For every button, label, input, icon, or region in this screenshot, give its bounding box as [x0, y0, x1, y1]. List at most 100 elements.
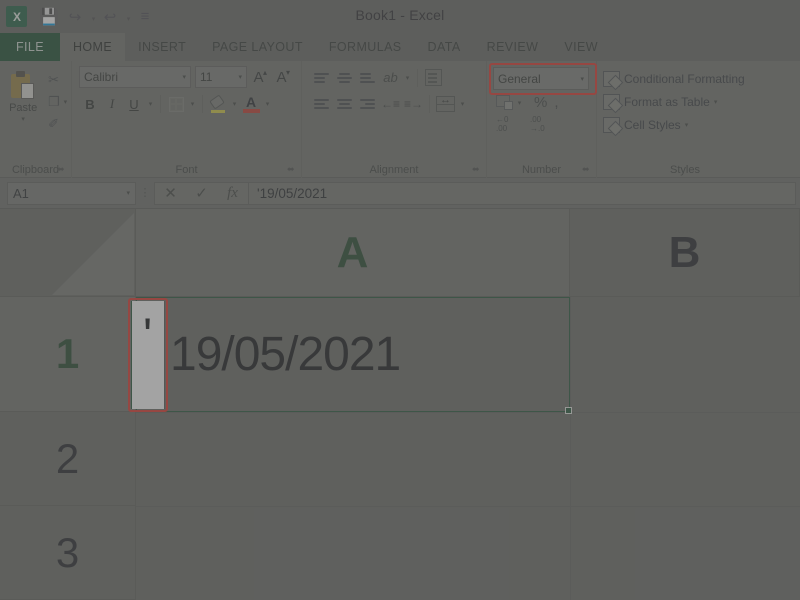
number-format-combo[interactable]: General ▾	[493, 67, 589, 90]
row-header-2[interactable]: 2	[0, 412, 136, 506]
select-all-button[interactable]	[0, 209, 136, 297]
comma-style-button[interactable]: ,	[554, 94, 558, 111]
align-top-button[interactable]	[310, 67, 333, 88]
row-header-1[interactable]: 1	[0, 297, 136, 412]
align-middle-button[interactable]	[333, 67, 356, 88]
fill-color-button[interactable]	[207, 93, 229, 115]
decrease-indent-button[interactable]: ←≡	[379, 93, 402, 114]
font-dialog-launcher[interactable]: ⬌	[287, 165, 296, 174]
font-name-value: Calibri	[84, 70, 119, 84]
tab-home[interactable]: HOME	[60, 33, 126, 61]
percent-style-button[interactable]: %	[534, 94, 547, 111]
decrease-decimal-button[interactable]: .00 →.0	[530, 115, 558, 133]
tab-review[interactable]: REVIEW	[474, 33, 552, 61]
chevron-down-icon: ▾	[126, 190, 130, 197]
align-bottom-button[interactable]	[356, 67, 379, 88]
divider	[202, 95, 203, 113]
font-color-button[interactable]: A	[240, 93, 262, 115]
align-left-icon	[314, 97, 329, 111]
divider	[160, 95, 161, 113]
cell-styles-icon	[603, 116, 620, 133]
insert-function-icon[interactable]: fx	[217, 183, 248, 204]
merge-dropdown-icon[interactable]: ▾	[457, 100, 468, 108]
ribbon-group-font: Calibri ▾ 11 ▾ A ▴ A ▾ B I U ▾ ▾ ▾ A ▾ F…	[72, 61, 302, 178]
confirm-entry-button[interactable]: ✓	[186, 183, 217, 204]
tab-formulas[interactable]: FORMULAS	[316, 33, 415, 61]
tab-insert[interactable]: INSERT	[125, 33, 199, 61]
wrap-text-button[interactable]	[422, 67, 445, 88]
select-all-icon	[52, 213, 134, 295]
underline-dropdown-icon[interactable]: ▾	[145, 100, 156, 108]
increase-font-size-button[interactable]: A ▴	[247, 66, 270, 88]
paste-button[interactable]: Paste ▾	[0, 69, 46, 135]
fill-handle[interactable]	[565, 407, 572, 414]
cell-styles-button[interactable]: Cell Styles ▾	[603, 113, 769, 136]
cut-button[interactable]: ✂	[46, 69, 71, 91]
alignment-dialog-launcher[interactable]: ⬌	[472, 165, 481, 174]
cell-styles-label: Cell Styles	[624, 117, 681, 132]
tab-page-layout[interactable]: PAGE LAYOUT	[199, 33, 316, 61]
row-header-3[interactable]: 3	[0, 506, 136, 600]
copy-dropdown-icon[interactable]: ▾	[60, 98, 71, 106]
align-center-button[interactable]	[333, 93, 356, 114]
grow-font-icon: A	[253, 68, 264, 86]
scissors-icon: ✂	[48, 72, 60, 87]
paint-bucket-icon	[208, 93, 227, 113]
wrap-text-icon	[425, 69, 442, 86]
font-color-dropdown-icon[interactable]: ▾	[262, 100, 273, 108]
clipboard-dialog-launcher[interactable]: ⬌	[57, 165, 66, 174]
formula-input[interactable]: '19/05/2021	[249, 181, 796, 205]
format-as-table-button[interactable]: Format as Table ▾	[603, 90, 769, 113]
align-right-icon	[360, 97, 375, 111]
format-painter-button[interactable]: ✐	[46, 113, 71, 135]
divider	[429, 94, 430, 113]
ribbon-tabs: FILE HOME INSERT PAGE LAYOUT FORMULAS DA…	[0, 33, 800, 61]
name-box[interactable]: A1 ▾	[7, 181, 136, 205]
column-header-b[interactable]: B	[570, 209, 800, 297]
chevron-down-icon: ▾	[580, 75, 584, 83]
conditional-formatting-icon	[603, 70, 620, 87]
conditional-formatting-button[interactable]: Conditional Formatting	[603, 67, 769, 90]
chevron-down-icon[interactable]: ▾	[714, 98, 718, 106]
decrease-font-size-button[interactable]: A ▾	[270, 66, 293, 88]
decrease-indent-icon: ←≡	[380, 96, 400, 111]
increase-decimal-button[interactable]: ←0.00	[496, 115, 524, 133]
copy-button[interactable]: ❐ ▾	[46, 91, 71, 113]
font-size-combo[interactable]: 11 ▾	[195, 66, 247, 88]
paste-label: Paste	[9, 102, 38, 114]
borders-button[interactable]	[165, 93, 187, 115]
chevron-down-icon[interactable]: ▾	[685, 121, 689, 129]
tab-file[interactable]: FILE	[0, 33, 60, 61]
formula-bar-separator: ⋮	[139, 186, 151, 199]
bold-button[interactable]: B	[79, 93, 101, 115]
fill-color-dropdown-icon[interactable]: ▾	[229, 100, 240, 108]
cancel-entry-button[interactable]: ✕	[155, 183, 186, 204]
paste-dropdown-icon[interactable]: ▾	[21, 115, 25, 123]
accounting-dropdown-icon[interactable]: ▾	[514, 99, 525, 107]
chevron-down-icon: ▾	[182, 74, 186, 81]
conditional-formatting-label: Conditional Formatting	[624, 71, 745, 86]
font-name-combo[interactable]: Calibri ▾	[79, 66, 191, 88]
borders-dropdown-icon[interactable]: ▾	[187, 100, 198, 108]
window-title: Book1 - Excel	[355, 7, 445, 23]
ribbon-group-clipboard: Paste ▾ ✂ ❐ ▾ ✐ Clipboard ⬌	[0, 61, 72, 178]
orientation-dropdown-icon[interactable]: ▾	[402, 74, 413, 82]
underline-button[interactable]: U	[123, 93, 145, 115]
align-center-icon	[337, 97, 352, 111]
merge-and-center-button[interactable]	[434, 93, 457, 114]
borders-icon	[168, 96, 184, 112]
font-size-value: 11	[200, 70, 213, 84]
increase-indent-button[interactable]: ≡→	[402, 93, 425, 114]
tab-data[interactable]: DATA	[415, 33, 474, 61]
accounting-format-icon[interactable]	[495, 94, 514, 111]
align-left-button[interactable]	[310, 93, 333, 114]
alignment-group-label: Alignment	[369, 164, 419, 176]
orientation-button[interactable]: ab	[379, 67, 402, 88]
tab-view[interactable]: VIEW	[551, 33, 611, 61]
number-dialog-launcher[interactable]: ⬌	[582, 165, 591, 174]
align-right-button[interactable]	[356, 93, 379, 114]
column-header-a[interactable]: A	[136, 209, 570, 297]
italic-button[interactable]: I	[101, 93, 123, 115]
cell-a1[interactable]: 19/05/2021	[136, 297, 570, 412]
title-bar: X 💾 ↪ ▾ ↩ ▾ ≡ Book1 - Excel	[0, 0, 800, 33]
